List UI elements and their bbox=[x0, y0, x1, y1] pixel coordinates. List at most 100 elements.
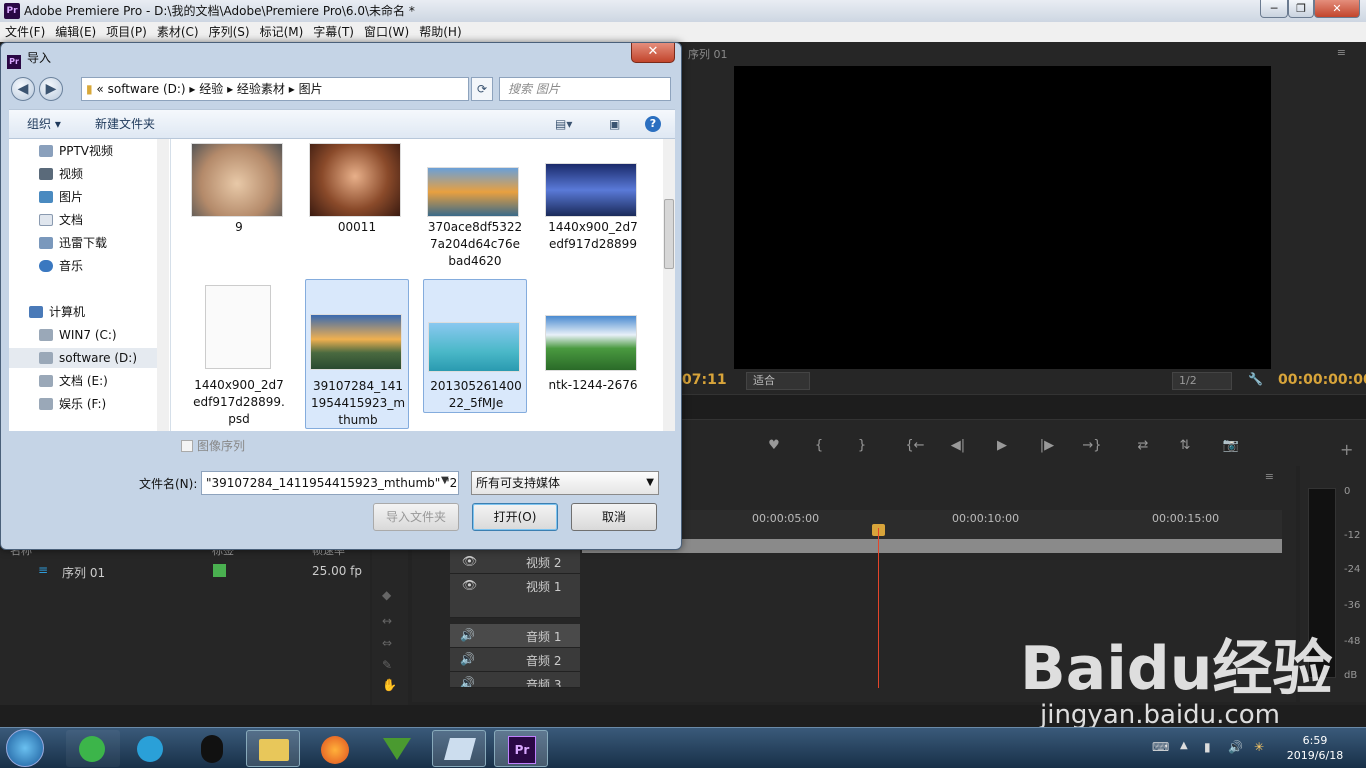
file-list-scrollbar[interactable] bbox=[663, 139, 675, 431]
slip-tool-icon[interactable]: ↔ bbox=[382, 614, 392, 628]
nav-item-videos[interactable]: 视频 bbox=[39, 164, 83, 184]
eye-icon[interactable]: 👁 bbox=[462, 554, 477, 568]
monitor-scrub-bar[interactable] bbox=[682, 394, 1366, 420]
go-to-out-button[interactable]: →} bbox=[1077, 434, 1107, 458]
nav-item-documents[interactable]: 文档 bbox=[39, 210, 83, 230]
maximize-button[interactable]: ❐ bbox=[1288, 0, 1314, 18]
file-item[interactable]: 1440x900_2d7edf917d28899.psd bbox=[187, 281, 291, 431]
nav-item-pptv[interactable]: PPTV视频 bbox=[39, 141, 113, 161]
file-type-select[interactable]: 所有可支持媒体 ▼ bbox=[471, 471, 659, 495]
taskbar-app-icon[interactable] bbox=[432, 730, 486, 767]
nav-item-drive-d[interactable]: software (D:) bbox=[9, 348, 157, 368]
qq-icon[interactable] bbox=[186, 730, 240, 767]
menu-clip[interactable]: 素材(C) bbox=[152, 22, 204, 42]
keyboard-icon[interactable]: ⌨ bbox=[1152, 740, 1169, 754]
file-item[interactable]: 9 bbox=[187, 139, 291, 289]
organize-button[interactable]: 组织 ▾ bbox=[27, 110, 61, 138]
minimize-button[interactable]: ─ bbox=[1260, 0, 1288, 18]
filename-input[interactable]: "39107284_1411954415923_mthumb" "2( bbox=[201, 471, 459, 495]
mark-in-button[interactable]: { bbox=[804, 434, 834, 458]
nav-item-drive-e[interactable]: 文档 (E:) bbox=[39, 371, 108, 391]
scrollbar-thumb[interactable] bbox=[664, 199, 674, 269]
taskbar-app-icon[interactable] bbox=[66, 730, 120, 767]
firefox-icon[interactable] bbox=[308, 730, 362, 767]
refresh-icon[interactable]: ⟳ bbox=[471, 77, 493, 101]
menu-help[interactable]: 帮助(H) bbox=[414, 22, 466, 42]
search-input[interactable]: 搜索 图片 bbox=[499, 77, 671, 101]
lift-button[interactable]: ⇄ bbox=[1128, 434, 1158, 458]
panel-menu-icon[interactable]: ≡ bbox=[1337, 46, 1346, 59]
checkbox-box[interactable] bbox=[181, 440, 193, 452]
file-item[interactable]: 00011 bbox=[305, 139, 409, 289]
file-item[interactable]: 1440x900_2d7edf917d28899 bbox=[541, 139, 645, 289]
open-button[interactable]: 打开(O) bbox=[472, 503, 558, 531]
mark-out-button[interactable]: } bbox=[847, 434, 877, 458]
speaker-icon[interactable]: 🔊 bbox=[460, 652, 475, 666]
export-frame-icon[interactable]: 📷 bbox=[1216, 434, 1246, 458]
track-video-2[interactable]: 👁 视频 2 bbox=[450, 550, 580, 574]
zoom-fit-select[interactable]: 适合 bbox=[746, 372, 810, 390]
track-audio-1[interactable]: 🔊 音频 1 bbox=[450, 624, 580, 648]
menu-sequence[interactable]: 序列(S) bbox=[204, 22, 255, 42]
menu-title[interactable]: 字幕(T) bbox=[308, 22, 359, 42]
breadcrumb-drive[interactable]: software (D:) bbox=[108, 82, 186, 96]
help-icon[interactable]: ? bbox=[645, 116, 661, 132]
new-folder-button[interactable]: 新建文件夹 bbox=[95, 110, 155, 138]
menu-project[interactable]: 项目(P) bbox=[101, 22, 152, 42]
menu-window[interactable]: 窗口(W) bbox=[359, 22, 414, 42]
playhead-timecode[interactable]: 07:11 bbox=[682, 372, 727, 388]
monitor-tab[interactable]: 序列 01 ≡ bbox=[682, 46, 1366, 66]
play-button[interactable]: ▶ bbox=[987, 434, 1017, 458]
nav-item-drive-c[interactable]: WIN7 (C:) bbox=[39, 325, 117, 345]
nav-item-thunder[interactable]: 迅雷下载 bbox=[39, 233, 107, 253]
file-item-selected[interactable]: 39107284_1411954415923_mthumb bbox=[305, 279, 409, 429]
battery-icon[interactable]: ▮ bbox=[1204, 740, 1211, 754]
file-item[interactable]: 370ace8df53227a204d64c76ebad4620 bbox=[423, 139, 527, 289]
hand-tool-icon[interactable]: ✋ bbox=[382, 678, 397, 692]
clock[interactable]: 6:59 2019/6/18 bbox=[1270, 733, 1360, 763]
explorer-icon[interactable] bbox=[246, 730, 300, 767]
close-button[interactable]: ✕ bbox=[1314, 0, 1360, 18]
view-options-icon[interactable]: ▤▾ bbox=[555, 110, 572, 138]
track-audio-2[interactable]: 🔊 音频 2 bbox=[450, 648, 580, 672]
import-folder-button[interactable]: 导入文件夹 bbox=[373, 503, 459, 531]
chevron-down-icon[interactable]: ▼ bbox=[441, 475, 449, 486]
sequence-item-name[interactable]: 序列 01 bbox=[62, 564, 105, 581]
dialog-close-button[interactable]: ✕ bbox=[631, 43, 675, 63]
forward-arrow-icon[interactable]: ▶ bbox=[39, 77, 63, 101]
cancel-button[interactable]: 取消 bbox=[571, 503, 657, 531]
track-video-1[interactable]: 👁 视频 1 bbox=[450, 574, 580, 618]
menu-file[interactable]: 文件(F) bbox=[0, 22, 50, 42]
slide-tool-icon[interactable]: ⇔ bbox=[382, 636, 392, 650]
speaker-icon[interactable]: 🔊 bbox=[460, 628, 475, 642]
taskbar-app-icon[interactable] bbox=[370, 730, 424, 767]
breadcrumb-pictures[interactable]: 图片 bbox=[299, 82, 323, 96]
file-item-selected[interactable]: 20130526140022_5fMJe bbox=[423, 279, 527, 413]
go-to-in-button[interactable]: {← bbox=[900, 434, 930, 458]
panel-menu-icon[interactable]: ≡ bbox=[1265, 470, 1274, 483]
add-button-icon[interactable]: + bbox=[1340, 440, 1353, 459]
track-audio-3[interactable]: 🔊 音频 3 bbox=[450, 672, 580, 688]
nav-item-pictures[interactable]: 图片 bbox=[39, 187, 83, 207]
breadcrumb-sucai[interactable]: 经验素材 bbox=[237, 82, 285, 96]
resolution-select[interactable]: 1/2 bbox=[1172, 372, 1232, 390]
breadcrumb-jingyan[interactable]: 经验 bbox=[199, 82, 223, 96]
add-marker-button[interactable]: ♥ bbox=[759, 434, 789, 458]
wrench-icon[interactable]: 🔧 bbox=[1248, 372, 1263, 386]
start-button[interactable] bbox=[6, 729, 44, 767]
file-item[interactable]: ntk-1244-2676 bbox=[541, 281, 645, 431]
nav-scrollbar[interactable] bbox=[157, 139, 169, 431]
premiere-taskbar-icon[interactable]: Pr bbox=[494, 730, 548, 767]
nav-item-drive-f[interactable]: 娱乐 (F:) bbox=[39, 394, 106, 414]
extract-button[interactable]: ⇅ bbox=[1170, 434, 1200, 458]
network-icon[interactable]: ✳ bbox=[1254, 740, 1264, 754]
menu-marker[interactable]: 标记(M) bbox=[255, 22, 309, 42]
preview-pane-icon[interactable]: ▣ bbox=[609, 110, 620, 138]
eye-icon[interactable]: 👁 bbox=[462, 578, 477, 592]
work-area-bar[interactable] bbox=[582, 539, 1282, 553]
menu-edit[interactable]: 编辑(E) bbox=[50, 22, 101, 42]
taskbar-app-icon[interactable] bbox=[124, 730, 178, 767]
image-sequence-checkbox[interactable]: 图像序列 bbox=[181, 437, 245, 454]
address-bar[interactable]: ▮ « software (D:) ▸ 经验 ▸ 经验素材 ▸ 图片 bbox=[81, 77, 469, 101]
pen-tool-icon[interactable]: ✎ bbox=[382, 658, 392, 672]
